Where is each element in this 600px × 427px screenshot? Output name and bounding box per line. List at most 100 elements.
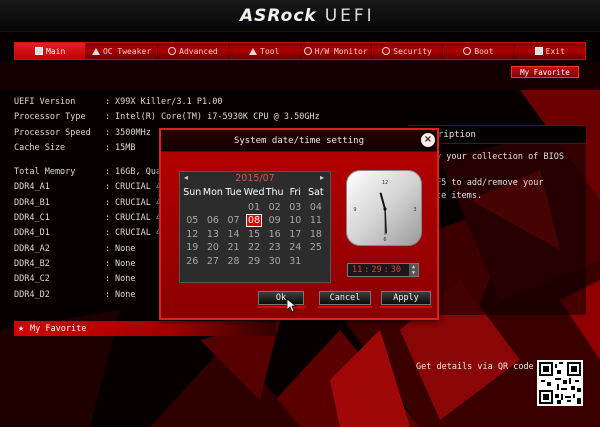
calendar-day[interactable]: 05 <box>182 214 203 228</box>
info-key: Total Memory <box>14 167 76 178</box>
time-minute[interactable]: 29 <box>371 265 381 275</box>
calendar-day[interactable]: 12 <box>182 228 203 242</box>
calendar-day[interactable]: 31 <box>285 255 306 269</box>
tab-boot[interactable]: Boot <box>443 43 515 59</box>
calendar-day[interactable]: 06 <box>203 214 224 228</box>
info-value: None <box>115 289 136 300</box>
calendar-day[interactable]: 17 <box>285 228 306 242</box>
calendar-day[interactable]: 30 <box>264 255 285 269</box>
tool-icon <box>249 47 258 55</box>
my-favorite-label: My Favorite <box>30 323 87 334</box>
qr-code-label: Get details via QR code <box>416 362 534 372</box>
info-key: Cache Size <box>14 142 66 153</box>
calendar: ◂ 2015/07 ▸ Sun Mon Tue Wed Thu Fri Sat 01 02 03 0… <box>179 171 331 283</box>
time-input[interactable]: 11: 29: 30 ▲ ▼ <box>347 263 419 277</box>
calendar-day[interactable]: 18 <box>306 228 327 242</box>
tab-label: H/W Monitor <box>314 46 368 56</box>
time-second[interactable]: 30 <box>391 265 401 275</box>
info-key: DDR4_B2 <box>14 258 50 269</box>
calendar-day[interactable]: 08 <box>244 214 265 228</box>
top-header: ASRock UEFI <box>0 0 600 32</box>
star-icon: ★ <box>18 323 25 334</box>
calendar-day[interactable]: 28 <box>223 255 244 269</box>
calendar-day[interactable]: 11 <box>306 214 327 228</box>
calendar-day[interactable]: 03 <box>285 201 306 215</box>
close-icon[interactable]: × <box>421 133 435 147</box>
calendar-day[interactable]: 29 <box>244 255 265 269</box>
main-tab-bar: Main OC Tweaker Advanced Tool H/W Monito… <box>14 42 586 60</box>
brand-label: ASRock <box>240 6 317 26</box>
calendar-day[interactable]: 10 <box>285 214 306 228</box>
calendar-day[interactable]: 24 <box>285 241 306 255</box>
tab-label: Exit <box>545 46 565 56</box>
calendar-day[interactable]: 25 <box>306 241 327 255</box>
description-text: y your collection of BIOS F5 to add/remo… <box>436 152 564 201</box>
calendar-grid: Sun Mon Tue Wed Thu Fri Sat 01 02 03 04 05 06 07 08 09 1… <box>182 187 326 268</box>
calendar-day[interactable]: 15 <box>244 228 265 242</box>
exit-icon <box>534 47 543 55</box>
calendar-day[interactable]: 27 <box>203 255 224 269</box>
tab-tool[interactable]: Tool <box>229 43 301 59</box>
mouse-cursor-icon <box>286 298 298 317</box>
info-value: None <box>115 274 136 285</box>
ok-button[interactable]: Ok <box>257 291 305 308</box>
info-value: 3500MHz <box>115 127 151 138</box>
qr-code <box>537 360 583 406</box>
apply-button[interactable]: Apply <box>380 291 432 308</box>
tab-advanced[interactable]: Advanced <box>158 43 230 59</box>
calendar-header: ◂ 2015/07 ▸ <box>180 172 330 186</box>
calendar-day[interactable]: 20 <box>203 241 224 255</box>
info-key: DDR4_D2 <box>14 289 50 300</box>
calendar-day[interactable]: 26 <box>182 255 203 269</box>
calendar-day-of-week: Sun <box>183 187 202 198</box>
analog-clock: 12 3 6 9 <box>346 170 422 246</box>
tab-label: Advanced <box>179 46 218 56</box>
calendar-day <box>223 201 244 215</box>
boot-icon <box>463 47 472 55</box>
calendar-day-of-week: Thu <box>265 187 284 198</box>
calendar-month: 2015/07 <box>235 173 275 184</box>
calendar-day[interactable]: 19 <box>182 241 203 255</box>
info-value: Intel(R) Core(TM) i7-5930K CPU @ 3.50GHz <box>115 112 320 123</box>
clock-face-icon: 12 3 6 9 <box>353 180 416 243</box>
calendar-day[interactable]: 07 <box>223 214 244 228</box>
calendar-day[interactable]: 16 <box>264 228 285 242</box>
calendar-day-of-week: Sat <box>308 187 324 198</box>
calendar-day[interactable]: 22 <box>244 241 265 255</box>
clock-number: 12 <box>382 180 388 186</box>
info-key: DDR4_D1 <box>14 228 50 239</box>
calendar-day[interactable]: 14 <box>223 228 244 242</box>
info-key: DDR4_A1 <box>14 182 50 193</box>
selected-day[interactable]: 08 <box>246 214 263 227</box>
next-month-icon[interactable]: ▸ <box>320 173 324 182</box>
calendar-day[interactable]: 04 <box>306 201 327 215</box>
calendar-day-of-week: Mon <box>202 187 223 198</box>
tab-main[interactable]: Main <box>15 43 87 59</box>
tab-label: Main <box>46 46 66 56</box>
clock-number: 6 <box>383 237 386 243</box>
main-icon <box>35 47 44 55</box>
calendar-day[interactable]: 01 <box>244 201 265 215</box>
tab-oc-tweaker[interactable]: OC Tweaker <box>86 43 158 59</box>
my-favorite-button[interactable]: My Favorite <box>511 66 579 78</box>
info-value: 15MB <box>115 142 136 153</box>
time-hour[interactable]: 11 <box>352 265 362 275</box>
calendar-day[interactable]: 02 <box>264 201 285 215</box>
calendar-day[interactable]: 09 <box>264 214 285 228</box>
tab-security[interactable]: Security <box>372 43 444 59</box>
tab-label: Security <box>393 46 432 56</box>
qr-code-image <box>539 362 581 404</box>
info-value: None <box>115 258 136 269</box>
advanced-icon <box>168 47 177 55</box>
my-favorite-bar[interactable]: ★ My Favorite <box>14 321 276 336</box>
info-key: Processor Type <box>14 112 86 123</box>
tab-exit[interactable]: Exit <box>515 43 585 59</box>
tab-hw-monitor[interactable]: H/W Monitor <box>301 43 372 59</box>
cancel-button[interactable]: Cancel <box>318 291 372 308</box>
calendar-day[interactable]: 21 <box>223 241 244 255</box>
calendar-day[interactable]: 13 <box>203 228 224 242</box>
calendar-day[interactable]: 23 <box>264 241 285 255</box>
time-spinner-icon[interactable]: ▲ ▼ <box>409 264 418 276</box>
clock-number: 9 <box>353 207 356 213</box>
oc-tweaker-icon <box>91 47 100 55</box>
